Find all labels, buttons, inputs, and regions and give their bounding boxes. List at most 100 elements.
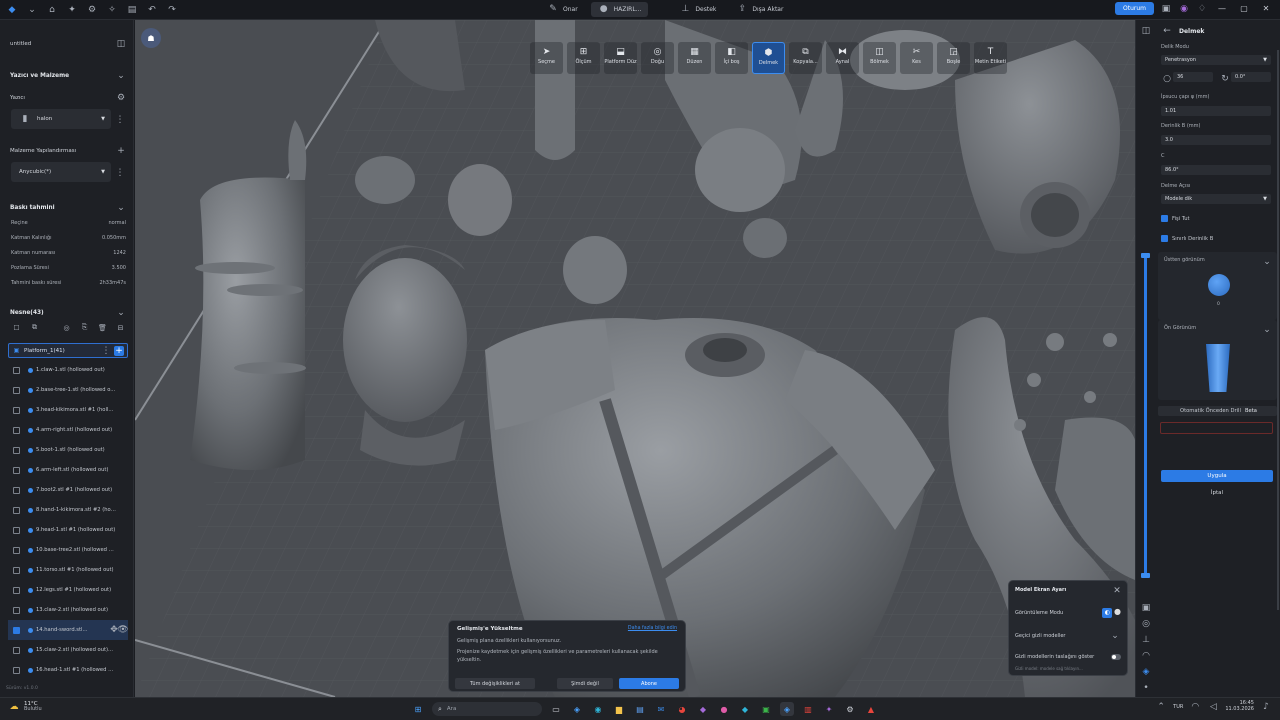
mode-shaded-icon[interactable]: ● <box>1114 607 1121 616</box>
list-item-selected[interactable]: 14.hand-sword.stl... ✥ 👁 <box>8 620 129 640</box>
printer-section-title[interactable]: Yazıcı ve Malzeme <box>10 73 69 79</box>
login-button[interactable]: Oturum <box>1115 2 1154 15</box>
back-arrow-icon[interactable]: ← <box>1161 25 1173 37</box>
tool-cut[interactable]: ✂ Kes <box>900 42 933 74</box>
checkbox[interactable] <box>13 466 20 474</box>
close-icon[interactable]: ✕ <box>1258 4 1274 13</box>
tool-hollow[interactable]: ◧ İçi boş <box>715 42 748 74</box>
list-item[interactable]: 9.head-1.stl #1 (hollowed out) <box>8 520 128 540</box>
copy-icon[interactable]: ⎘ <box>80 323 89 332</box>
taskbar-search[interactable]: ⌕ Ara <box>432 702 542 716</box>
printer-dropdown[interactable]: ▮ halon ▼ <box>11 109 111 129</box>
view-icon-6[interactable]: • <box>1140 682 1152 694</box>
view-icon-2[interactable]: ◎ <box>1140 618 1152 630</box>
view-icon-4[interactable]: ◠ <box>1140 650 1152 662</box>
panel-toggle-icon[interactable]: ◫ <box>1140 25 1152 37</box>
c-field[interactable]: 86.0° <box>1161 165 1271 175</box>
limited-depth-checkbox-row[interactable]: Sınırlı Derinlik B <box>1161 235 1213 242</box>
weather-widget[interactable]: ☁ 11°C Bulutlu <box>8 701 42 713</box>
slicer-app-icon[interactable]: ◈ <box>780 702 794 716</box>
eye-icon[interactable]: 👁 <box>117 624 128 636</box>
list-item[interactable]: 4.arm-right.stl (hollowed out) <box>8 420 128 440</box>
checkbox[interactable] <box>13 586 20 594</box>
tab-prepare[interactable]: ● HAZIRL... <box>590 2 649 17</box>
app-icon-5[interactable]: ▥ <box>801 702 815 716</box>
app-icon-1[interactable]: ◆ <box>696 702 710 716</box>
view-icon-3[interactable]: ⊥ <box>1140 634 1152 646</box>
wifi-icon[interactable]: ◠ <box>1189 701 1201 713</box>
tool-text-label[interactable]: T Metin Etiketi <box>974 42 1007 74</box>
list-item[interactable]: 2.base-tree-1.stl (hollowed o... <box>8 380 128 400</box>
filter-icon[interactable]: ⊟ <box>116 323 125 332</box>
angle-field[interactable]: 0.0° <box>1231 72 1271 82</box>
list-item[interactable]: 11.torso.stl #1 (hollowed out) <box>8 560 128 580</box>
volume-icon[interactable]: ◁ <box>1207 701 1219 713</box>
tab-export[interactable]: ⇪ Dışa Aktar <box>729 2 790 17</box>
tool-layout[interactable]: ▦ Düzen <box>678 42 711 74</box>
group-icon[interactable]: ⧉ <box>30 323 39 332</box>
maximize-icon[interactable]: ▢ <box>1236 4 1252 13</box>
tool-orient[interactable]: ◎ Doğu <box>641 42 674 74</box>
app-icon-7[interactable]: ⚙ <box>843 702 857 716</box>
acrobat-icon[interactable]: ▲ <box>864 702 878 716</box>
view-icon-1[interactable]: ▣ <box>1140 602 1152 614</box>
list-item[interactable]: 5.boot-1.stl (hollowed out) <box>8 440 128 460</box>
clock[interactable]: 16:45 11.03.2026 <box>1225 700 1254 713</box>
add-icon[interactable]: + <box>114 345 124 356</box>
close-icon[interactable]: ✕ <box>1113 586 1121 596</box>
checkbox[interactable] <box>13 546 20 554</box>
hole-mode-dropdown[interactable]: Penetrasyon ▼ <box>1161 55 1271 65</box>
select-all-icon[interactable]: ☐ <box>12 323 21 332</box>
view-icon-5[interactable]: ◈ <box>1140 666 1152 678</box>
chevron-down-icon[interactable]: ⌄ <box>1261 256 1273 268</box>
show-hidden-toggle[interactable] <box>1111 654 1121 660</box>
edge-icon[interactable]: ◉ <box>591 702 605 716</box>
diameter-field[interactable]: 1.01 <box>1161 106 1271 116</box>
checkbox[interactable] <box>13 446 20 454</box>
tool-empty[interactable]: ◲ Boşle <box>937 42 970 74</box>
list-item[interactable]: 3.head-kikimora.stl #1 (holl... <box>8 400 128 420</box>
tab-support[interactable]: ⊥ Destek <box>672 2 723 17</box>
more-icon[interactable]: ⋮ <box>102 345 111 357</box>
file-explorer-icon[interactable]: ▆ <box>612 702 626 716</box>
undo-icon[interactable]: ↶ <box>146 4 158 16</box>
list-item[interactable]: 8.hand-1-kikimora.stl #2 (hol... <box>8 500 128 520</box>
list-item[interactable]: 16.head-1.stl #1 (hollowed o... <box>8 660 128 680</box>
list-item[interactable]: 13.claw-2.stl (hollowed out) <box>8 600 128 620</box>
mode-solid-icon[interactable]: ◐ <box>1102 608 1113 618</box>
app-icon-2[interactable]: ● <box>717 702 731 716</box>
slider-bottom-handle[interactable] <box>1141 573 1150 578</box>
auto-drill-row[interactable]: Otomatik Önceden Drill Beta <box>1158 406 1277 416</box>
checkbox[interactable] <box>13 646 20 654</box>
apply-button[interactable]: Uygula <box>1161 470 1273 482</box>
project-name[interactable]: untitled <box>10 41 31 47</box>
list-item[interactable]: 12.legs.stl #1 (hollowed out) <box>8 580 128 600</box>
more-icon[interactable]: ⋮ <box>114 167 126 179</box>
windows-start-icon[interactable]: ⊞ <box>411 702 425 716</box>
chrome-icon[interactable]: ◕ <box>675 702 689 716</box>
slider-top-handle[interactable] <box>1141 253 1150 258</box>
mail-icon[interactable]: ✉ <box>654 702 668 716</box>
list-item[interactable]: 10.base-tree2.stl (hollowed o... <box>8 540 128 560</box>
app-icon-4[interactable]: ▣ <box>759 702 773 716</box>
checkbox-checked[interactable] <box>13 626 20 634</box>
tool-icon-2[interactable]: ⚙ <box>86 4 98 16</box>
widgets-icon[interactable]: ◈ <box>570 702 584 716</box>
checkbox[interactable] <box>13 386 20 394</box>
tool-platform[interactable]: ⬓ Platform Düz <box>604 42 637 74</box>
checkbox-checked[interactable] <box>1161 235 1168 242</box>
tool-split[interactable]: ◫ Bölmek <box>863 42 896 74</box>
3d-viewport[interactable]: ➤ Seçme ⊞ Ölçüm ⬓ Platform Düz ◎ Doğu ▦ Düzen… <box>135 20 1135 697</box>
drill-angle-dropdown[interactable]: Modele dik ▼ <box>1161 194 1271 204</box>
not-now-button[interactable]: Şimdi değil <box>557 678 613 689</box>
tab-repair[interactable]: ✎ Onar <box>540 2 585 17</box>
chevron-down-icon[interactable]: ⌄ <box>1109 630 1121 642</box>
app-icon-6[interactable]: ✦ <box>822 702 836 716</box>
layer-slider[interactable] <box>1144 255 1147 575</box>
app-logo-icon[interactable]: ◆ <box>6 4 18 16</box>
notification-bell-icon[interactable]: ♪ <box>1260 701 1272 713</box>
checkbox[interactable] <box>13 566 20 574</box>
redo-icon[interactable]: ↷ <box>166 4 178 16</box>
estimate-title[interactable]: Baskı tahmini <box>10 205 55 211</box>
objects-title[interactable]: Nesne(43) <box>10 310 44 316</box>
